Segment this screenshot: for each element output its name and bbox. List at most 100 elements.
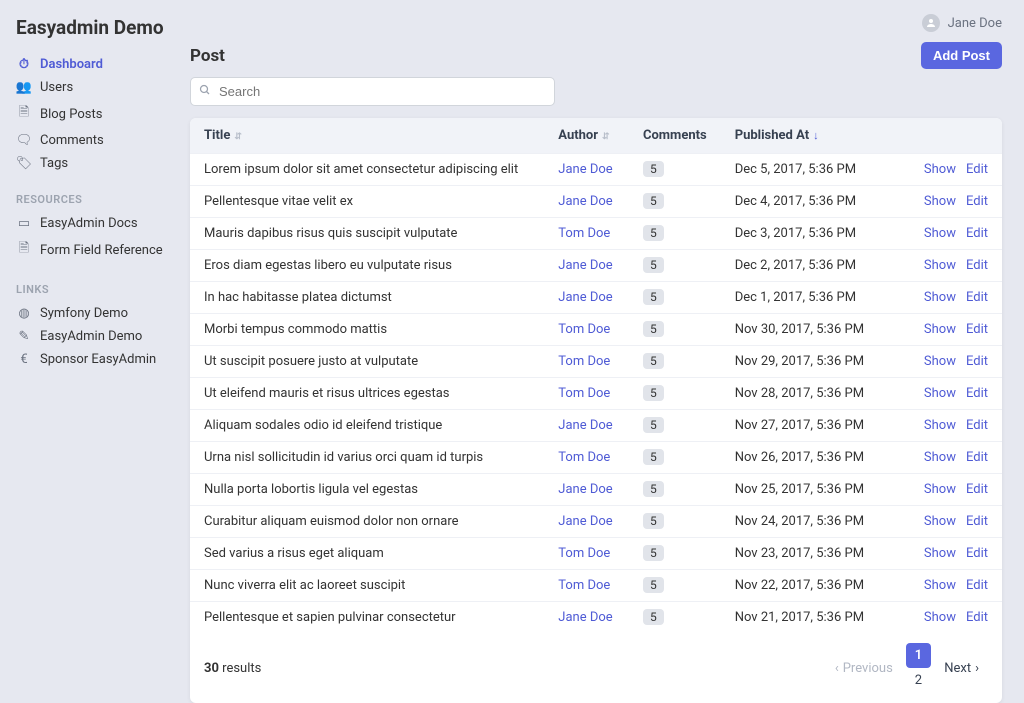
- cell-author[interactable]: Jane Doe: [544, 602, 629, 634]
- cell-author[interactable]: Jane Doe: [544, 282, 629, 314]
- cell-title: Lorem ipsum dolor sit amet consectetur a…: [190, 154, 544, 186]
- add-post-button[interactable]: Add Post: [921, 42, 1002, 69]
- cell-comments: 5: [629, 442, 721, 474]
- edit-link[interactable]: Edit: [966, 162, 988, 177]
- links-heading: LINKS: [16, 283, 164, 296]
- next-page-button[interactable]: Next›: [935, 656, 988, 681]
- cell-author[interactable]: Jane Doe: [544, 154, 629, 186]
- edit-link[interactable]: Edit: [966, 482, 988, 497]
- sidebar-item-blog-posts[interactable]: 🗎Blog Posts: [16, 99, 164, 129]
- sidebar-item-users[interactable]: 👥Users: [16, 76, 164, 99]
- search-input[interactable]: [190, 77, 555, 106]
- show-link[interactable]: Show: [924, 354, 956, 369]
- col-header-actions: [900, 118, 1002, 154]
- cell-actions: Show Edit: [900, 346, 1002, 378]
- cell-author[interactable]: Tom Doe: [544, 570, 629, 602]
- edit-link[interactable]: Edit: [966, 514, 988, 529]
- cell-title: Eros diam egestas libero eu vulputate ri…: [190, 250, 544, 282]
- show-link[interactable]: Show: [924, 322, 956, 337]
- cell-author[interactable]: Jane Doe: [544, 250, 629, 282]
- sidebar-item-label: Form Field Reference: [40, 243, 163, 258]
- edit-link[interactable]: Edit: [966, 226, 988, 241]
- cell-author[interactable]: Tom Doe: [544, 218, 629, 250]
- cell-author[interactable]: Tom Doe: [544, 378, 629, 410]
- show-link[interactable]: Show: [924, 290, 956, 305]
- cell-date: Dec 1, 2017, 5:36 PM: [721, 282, 900, 314]
- show-link[interactable]: Show: [924, 418, 956, 433]
- sidebar-item-form-field-reference[interactable]: 🗎Form Field Reference: [16, 235, 164, 265]
- table-row: Ut eleifend mauris et risus ultrices ege…: [190, 378, 1002, 410]
- show-link[interactable]: Show: [924, 610, 956, 625]
- cell-comments: 5: [629, 538, 721, 570]
- data-card: Title⇵ Author⇵ Comments Published At↓ Lo…: [190, 118, 1002, 703]
- show-link[interactable]: Show: [924, 162, 956, 177]
- table-row: Nunc viverra elit ac laoreet suscipitTom…: [190, 570, 1002, 602]
- show-link[interactable]: Show: [924, 226, 956, 241]
- cell-comments: 5: [629, 314, 721, 346]
- col-header-comments[interactable]: Comments: [629, 118, 721, 154]
- edit-link[interactable]: Edit: [966, 578, 988, 593]
- table-row: Morbi tempus commodo mattisTom Doe5Nov 3…: [190, 314, 1002, 346]
- sidebar-item-tags[interactable]: 🏷Tags: [16, 152, 164, 175]
- edit-link[interactable]: Edit: [966, 354, 988, 369]
- show-link[interactable]: Show: [924, 450, 956, 465]
- show-link[interactable]: Show: [924, 482, 956, 497]
- cell-title: In hac habitasse platea dictumst: [190, 282, 544, 314]
- cell-actions: Show Edit: [900, 314, 1002, 346]
- cell-actions: Show Edit: [900, 378, 1002, 410]
- edit-link[interactable]: Edit: [966, 610, 988, 625]
- pagination: ‹Previous 12 Next›: [826, 643, 988, 693]
- show-link[interactable]: Show: [924, 386, 956, 401]
- cell-title: Aliquam sodales odio id eleifend tristiq…: [190, 410, 544, 442]
- cell-date: Nov 29, 2017, 5:36 PM: [721, 346, 900, 378]
- cell-actions: Show Edit: [900, 602, 1002, 634]
- cell-actions: Show Edit: [900, 474, 1002, 506]
- cell-date: Nov 22, 2017, 5:36 PM: [721, 570, 900, 602]
- user-name[interactable]: Jane Doe: [948, 16, 1002, 31]
- sidebar-item-easyadmin-docs[interactable]: ▭EasyAdmin Docs: [16, 212, 164, 235]
- posts-table: Title⇵ Author⇵ Comments Published At↓ Lo…: [190, 118, 1002, 633]
- sidebar-item-symfony-demo[interactable]: ◍Symfony Demo: [16, 302, 164, 325]
- show-link[interactable]: Show: [924, 578, 956, 593]
- cell-author[interactable]: Tom Doe: [544, 442, 629, 474]
- edit-link[interactable]: Edit: [966, 322, 988, 337]
- cell-comments: 5: [629, 282, 721, 314]
- cell-author[interactable]: Jane Doe: [544, 186, 629, 218]
- col-header-author[interactable]: Author⇵: [544, 118, 629, 154]
- table-row: Nulla porta lobortis ligula vel egestasJ…: [190, 474, 1002, 506]
- edit-link[interactable]: Edit: [966, 418, 988, 433]
- col-header-title[interactable]: Title⇵: [190, 118, 544, 154]
- cell-date: Nov 23, 2017, 5:36 PM: [721, 538, 900, 570]
- show-link[interactable]: Show: [924, 546, 956, 561]
- cell-author[interactable]: Tom Doe: [544, 314, 629, 346]
- sidebar-item-comments[interactable]: 🗨 Comments: [16, 129, 164, 152]
- previous-page-button[interactable]: ‹Previous: [826, 656, 902, 681]
- cell-author[interactable]: Jane Doe: [544, 474, 629, 506]
- chevron-left-icon: ‹: [835, 661, 839, 676]
- page-2-button[interactable]: 2: [906, 668, 931, 693]
- show-link[interactable]: Show: [924, 514, 956, 529]
- edit-link[interactable]: Edit: [966, 450, 988, 465]
- sidebar-item-dashboard[interactable]: ⏱Dashboard: [16, 53, 164, 76]
- user-avatar-icon[interactable]: [922, 14, 940, 32]
- comments-icon: 🗨: [16, 133, 32, 148]
- sidebar-item-easyadmin-demo[interactable]: ✎EasyAdmin Demo: [16, 325, 164, 348]
- cell-author[interactable]: Tom Doe: [544, 538, 629, 570]
- show-link[interactable]: Show: [924, 258, 956, 273]
- cell-title: Ut eleifend mauris et risus ultrices ege…: [190, 378, 544, 410]
- show-link[interactable]: Show: [924, 194, 956, 209]
- cell-author[interactable]: Jane Doe: [544, 506, 629, 538]
- sort-desc-icon: ↓: [813, 129, 819, 142]
- edit-link[interactable]: Edit: [966, 290, 988, 305]
- cell-author[interactable]: Jane Doe: [544, 410, 629, 442]
- edit-link[interactable]: Edit: [966, 386, 988, 401]
- edit-link[interactable]: Edit: [966, 546, 988, 561]
- edit-link[interactable]: Edit: [966, 258, 988, 273]
- edit-link[interactable]: Edit: [966, 194, 988, 209]
- sidebar-item-label: Comments: [40, 133, 104, 148]
- col-header-published[interactable]: Published At↓: [721, 118, 900, 154]
- cell-author[interactable]: Tom Doe: [544, 346, 629, 378]
- wand-icon: ✎: [16, 329, 32, 344]
- cell-actions: Show Edit: [900, 442, 1002, 474]
- sidebar-item-sponsor-easyadmin[interactable]: €Sponsor EasyAdmin: [16, 348, 164, 371]
